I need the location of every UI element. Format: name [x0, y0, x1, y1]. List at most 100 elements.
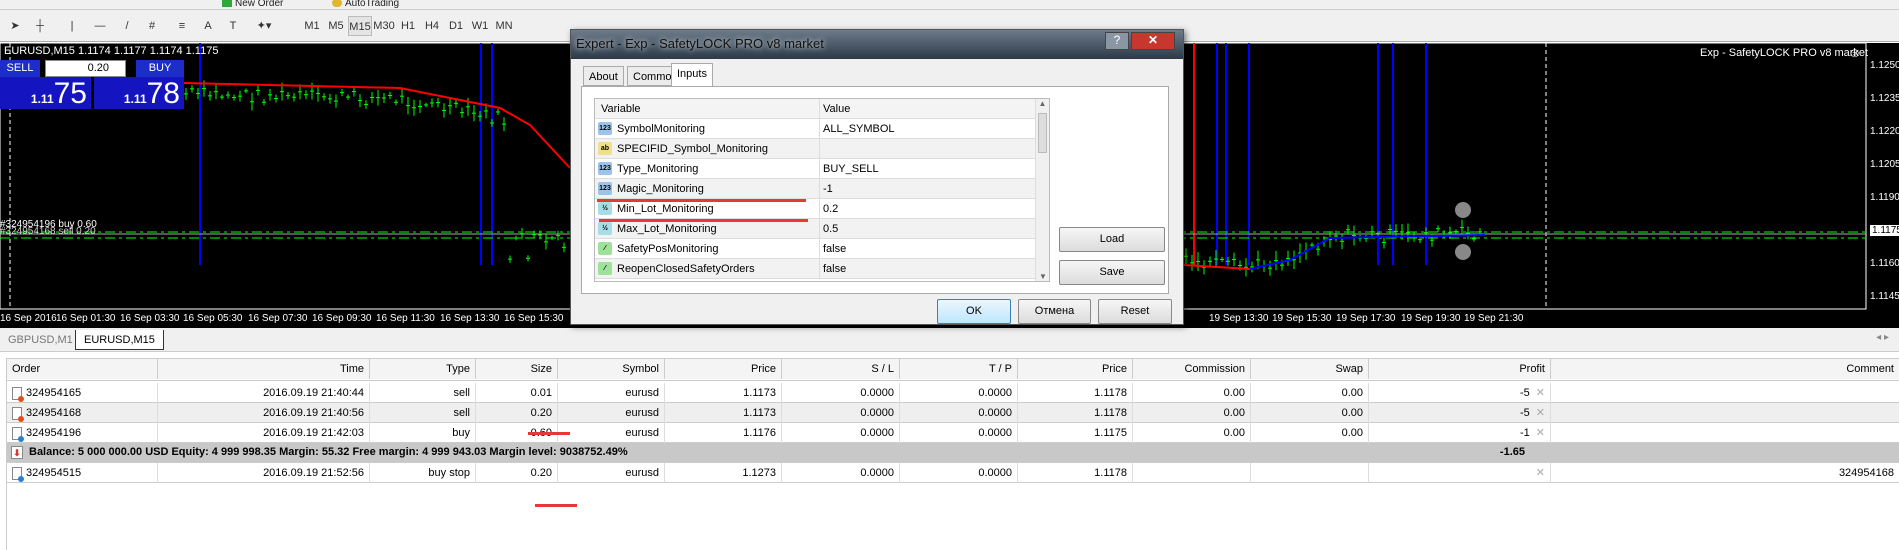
- cell-1: 2016.09.19 21:42:03: [158, 423, 370, 443]
- int-type-icon: 123: [598, 182, 612, 195]
- input-value[interactable]: BUY_SELL: [819, 159, 879, 179]
- buy-button[interactable]: BUY: [136, 60, 184, 77]
- input-row[interactable]: ⁄ SafetyPosMonitoring false: [595, 239, 1035, 259]
- cell-10: 0.00: [1251, 423, 1369, 443]
- timeframe-h4[interactable]: H4: [420, 16, 444, 36]
- timeframe-m5[interactable]: M5: [324, 16, 348, 36]
- buy-price[interactable]: 1.1178: [94, 77, 184, 110]
- cursor-icon[interactable]: ➤: [6, 16, 24, 36]
- cell-2: sell: [370, 383, 476, 403]
- horizontal-line-icon[interactable]: —: [90, 16, 110, 36]
- collapse-icon[interactable]: ⬇: [11, 446, 23, 459]
- tab-inputs[interactable]: Inputs: [671, 63, 713, 86]
- help-icon[interactable]: ?: [1105, 32, 1129, 50]
- timeframe-h1[interactable]: H1: [396, 16, 420, 36]
- save-button[interactable]: Save: [1059, 260, 1165, 285]
- text-label-icon[interactable]: T: [224, 16, 242, 36]
- highlight-underline: [528, 432, 570, 435]
- text-icon[interactable]: A: [200, 16, 216, 36]
- timeframe-m15[interactable]: M15: [348, 16, 372, 36]
- timeframe-d1[interactable]: D1: [444, 16, 468, 36]
- input-value[interactable]: 0.2: [819, 199, 838, 219]
- timeframe-mn[interactable]: MN: [492, 16, 516, 36]
- cancel-button[interactable]: Отмена: [1018, 299, 1091, 324]
- double-type-icon: ½: [598, 202, 612, 215]
- reset-button[interactable]: Reset: [1098, 299, 1172, 324]
- grid-scrollbar[interactable]: ▲ ▼: [1035, 99, 1049, 281]
- tab-about[interactable]: About: [583, 66, 624, 86]
- close-order-icon[interactable]: ✕: [1536, 407, 1545, 419]
- arrows-icon[interactable]: ✦▾: [250, 16, 278, 36]
- sell-price[interactable]: 1.1175: [0, 77, 91, 110]
- cell-4: eurusd: [558, 403, 665, 423]
- cell-10: 0.00: [1251, 403, 1369, 423]
- chart-header: EURUSD,M15 1.1174 1.1177 1.1174 1.1175: [4, 45, 219, 57]
- input-row[interactable]: ½ Max_Lot_Monitoring 0.5: [595, 219, 1035, 239]
- input-value[interactable]: [819, 139, 823, 159]
- cell-5: 1.1173: [665, 383, 782, 403]
- input-value[interactable]: -1: [819, 179, 833, 199]
- order-buy-icon: [12, 426, 24, 442]
- cell-11: -1 ✕: [1369, 423, 1551, 443]
- cell-7: T / P: [900, 359, 1018, 379]
- tab-eurusd-m15[interactable]: EURUSD,M15: [75, 330, 164, 350]
- sell-button[interactable]: SELL: [0, 60, 40, 77]
- cell-6: 0.0000: [782, 383, 900, 403]
- close-order-icon[interactable]: ✕: [1536, 427, 1545, 439]
- cell-8: 1.1178: [1018, 383, 1133, 403]
- new-order-button[interactable]: New Order: [222, 0, 283, 9]
- cell-6: 0.0000: [782, 403, 900, 423]
- order-sell-icon: [12, 406, 24, 422]
- cell-7: 0.0000: [900, 423, 1018, 443]
- timeframe-m1[interactable]: M1: [300, 16, 324, 36]
- time-axis-label: 19 Sep 21:30: [1464, 313, 1524, 324]
- fibonacci-icon[interactable]: ≡: [172, 16, 192, 36]
- cell-9: 0.00: [1133, 403, 1251, 423]
- smiley-icon: ☺: [1848, 45, 1862, 60]
- cell-9: [1133, 463, 1251, 483]
- table-row[interactable]: 3249541962016.09.19 21:42:03buy0.60eurus…: [7, 423, 1899, 443]
- plus-icon: [222, 0, 232, 7]
- price-axis-label: 1.1250: [1870, 60, 1899, 71]
- int-type-icon: 123: [598, 122, 612, 135]
- timeframe-w1[interactable]: W1: [468, 16, 492, 36]
- input-value[interactable]: ALL_SYMBOL: [819, 119, 895, 139]
- auto-trading-button[interactable]: AutoTrading: [332, 0, 399, 9]
- trendline-icon[interactable]: /: [118, 16, 136, 36]
- table-row[interactable]: 324954165 2016.09.19 21:40:44 sell 0.01 euru…: [7, 383, 1899, 403]
- close-order-icon[interactable]: ✕: [1536, 467, 1545, 479]
- timeframe-m30[interactable]: M30: [372, 16, 396, 36]
- cell-3: 0.01: [476, 383, 558, 403]
- pending-order-row[interactable]: 324954515 2016.09.19 21:52:56 buy stop 0.20…: [7, 463, 1899, 483]
- input-row[interactable]: 123 Type_Monitoring BUY_SELL: [595, 159, 1035, 179]
- string-type-icon: ab: [598, 142, 612, 155]
- cell-0: 324954196: [7, 423, 158, 443]
- channel-icon[interactable]: #: [142, 16, 162, 36]
- price-axis-label: 1.1220: [1870, 126, 1899, 137]
- close-icon[interactable]: ✕: [1131, 32, 1175, 50]
- input-name: Type_Monitoring: [617, 163, 699, 175]
- close-order-icon[interactable]: ✕: [1536, 387, 1545, 399]
- crosshair-icon[interactable]: ┼: [30, 16, 50, 36]
- input-value[interactable]: false: [819, 239, 846, 259]
- lot-input[interactable]: 0.20: [45, 60, 126, 77]
- ok-button[interactable]: OK: [937, 299, 1011, 324]
- input-row[interactable]: ⁄ ReopenClosedSafetyOrders false: [595, 259, 1035, 279]
- table-row[interactable]: 324954168 2016.09.19 21:40:56 sell 0.20 euru…: [7, 403, 1899, 423]
- time-axis-label: 16 Sep 2016: [0, 313, 57, 324]
- input-row[interactable]: 123 SymbolMonitoring ALL_SYMBOL: [595, 119, 1035, 139]
- input-row[interactable]: ½ Min_Lot_Monitoring 0.2: [595, 199, 1035, 219]
- input-name: SymbolMonitoring: [617, 123, 706, 135]
- table-header[interactable]: Order Time Type Size Symbol Price S / LT / P Pr…: [7, 359, 1899, 381]
- cell-1: 2016.09.19 21:52:56: [158, 463, 370, 483]
- input-row[interactable]: 123 Magic_Monitoring -1: [595, 179, 1035, 199]
- total-profit: -1.65: [1499, 446, 1525, 458]
- cell-9: 0.00: [1133, 423, 1251, 443]
- tab-gbpusd-m1[interactable]: GBPUSD,M1: [0, 330, 81, 350]
- input-value[interactable]: false: [819, 259, 846, 279]
- tab-scroll-arrows[interactable]: ◂ ▸: [1876, 332, 1889, 343]
- input-row[interactable]: ab SPECIFID_Symbol_Monitoring: [595, 139, 1035, 159]
- vertical-line-icon[interactable]: |: [64, 16, 80, 36]
- input-value[interactable]: 0.5: [819, 219, 838, 239]
- load-button[interactable]: Load: [1059, 227, 1165, 252]
